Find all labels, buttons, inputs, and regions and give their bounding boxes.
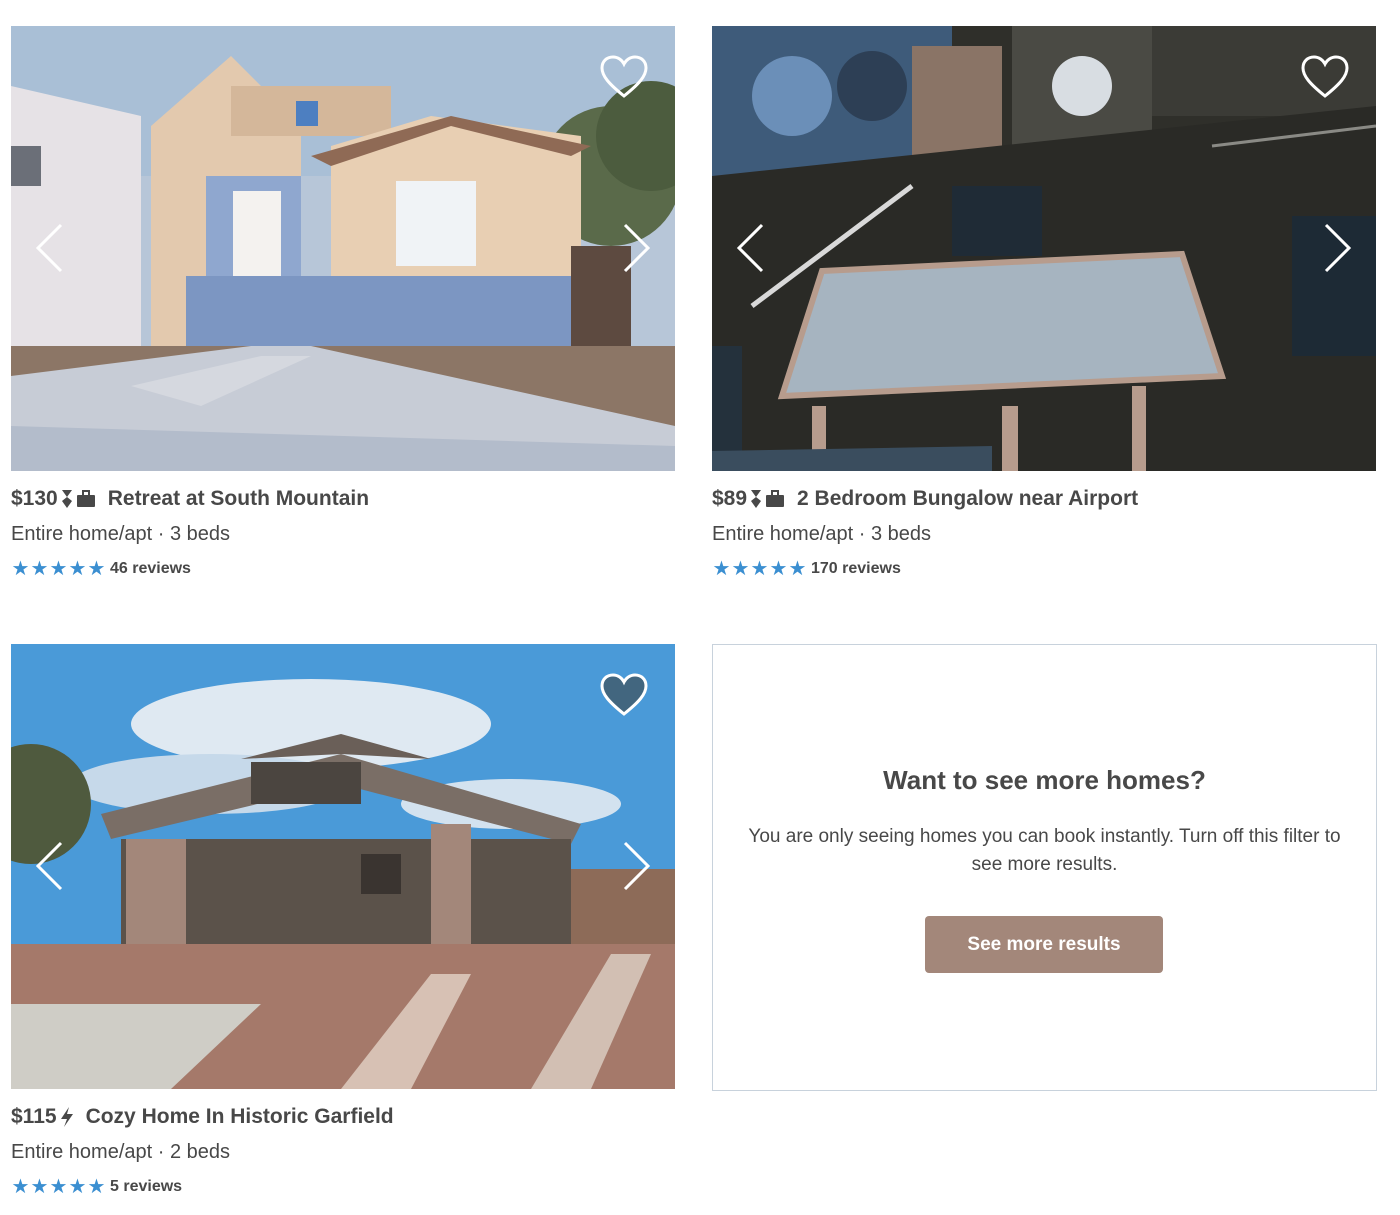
next-photo-chevron-icon[interactable] [619, 222, 653, 274]
listing-name: 2 Bedroom Bungalow near Airport [797, 487, 1139, 510]
star-rating: ★ ★ ★ ★ ★ [11, 1177, 106, 1197]
star-icon: ★ [11, 1176, 30, 1198]
star-icon: ★ [11, 558, 30, 580]
patio-photo [712, 26, 1376, 471]
instant-book-icon [60, 1107, 73, 1127]
star-icon: ★ [731, 558, 750, 580]
next-photo-chevron-icon[interactable] [619, 840, 653, 892]
listing-name: Cozy Home In Historic Garfield [85, 1105, 394, 1128]
favorite-heart-icon[interactable] [599, 54, 649, 100]
listing-photo[interactable] [11, 644, 675, 1089]
star-rating: ★ ★ ★ ★ ★ [11, 559, 106, 579]
star-icon: ★ [788, 558, 807, 580]
listing-rating: ★ ★ ★ ★ ★ 170 reviews [712, 558, 1376, 580]
see-more-results-button[interactable]: See more results [925, 916, 1163, 973]
star-icon: ★ [30, 1176, 49, 1198]
more-homes-promo: Want to see more homes? You are only see… [712, 644, 1377, 1091]
listing-rating: ★ ★ ★ ★ ★ 5 reviews [11, 1176, 675, 1198]
listing-title-row[interactable]: $115 Cozy Home In Historic Garfield [11, 1104, 675, 1130]
superhost-icon [751, 490, 762, 508]
star-icon: ★ [712, 558, 731, 580]
favorite-heart-icon[interactable] [1300, 54, 1350, 100]
star-icon: ★ [49, 1176, 68, 1198]
listing-title-row[interactable]: $130 Retreat at South Mountain [11, 486, 675, 512]
previous-photo-chevron-icon[interactable] [33, 222, 67, 274]
promo-text: You are only seeing homes you can book i… [748, 826, 1341, 875]
review-count: 46 reviews [110, 560, 191, 577]
listing-card[interactable]: $130 Retreat at South Mountain Entire ho… [11, 26, 675, 580]
star-icon: ★ [750, 558, 769, 580]
star-icon: ★ [87, 1176, 106, 1198]
bungalow-photo [11, 644, 675, 1089]
star-icon: ★ [49, 558, 68, 580]
listing-price: $89 [712, 487, 748, 510]
house-photo [11, 26, 675, 471]
star-icon: ★ [769, 558, 788, 580]
star-icon: ★ [68, 1176, 87, 1198]
star-icon: ★ [68, 558, 87, 580]
listing-card[interactable]: $115 Cozy Home In Historic Garfield Enti… [11, 644, 675, 1198]
next-photo-chevron-icon[interactable] [1320, 222, 1354, 274]
listing-photo[interactable] [712, 26, 1376, 471]
listing-price: $130 [11, 487, 58, 510]
star-rating: ★ ★ ★ ★ ★ [712, 559, 807, 579]
listing-photo[interactable] [11, 26, 675, 471]
listing-card[interactable]: $89 2 Bedroom Bungalow near Airport Enti… [712, 26, 1376, 580]
listing-name: Retreat at South Mountain [107, 487, 370, 510]
star-icon: ★ [30, 558, 49, 580]
review-count: 5 reviews [110, 1178, 183, 1195]
superhost-icon [61, 490, 72, 508]
listing-room-type: Entire home/apt · 2 beds [11, 1141, 231, 1163]
review-count: 170 reviews [811, 560, 901, 577]
listing-rating: ★ ★ ★ ★ ★ 46 reviews [11, 558, 675, 580]
listing-price: $115 [11, 1105, 57, 1128]
listing-title-row[interactable]: $89 2 Bedroom Bungalow near Airport [712, 486, 1376, 512]
previous-photo-chevron-icon[interactable] [33, 840, 67, 892]
promo-title: Want to see more homes? [883, 765, 1206, 795]
listing-room-type: Entire home/apt · 3 beds [11, 523, 231, 545]
previous-photo-chevron-icon[interactable] [734, 222, 768, 274]
star-icon: ★ [87, 558, 106, 580]
favorite-heart-icon[interactable] [599, 672, 649, 718]
business-travel-icon [766, 490, 785, 507]
business-travel-icon [76, 490, 95, 507]
listing-room-type: Entire home/apt · 3 beds [712, 523, 932, 545]
